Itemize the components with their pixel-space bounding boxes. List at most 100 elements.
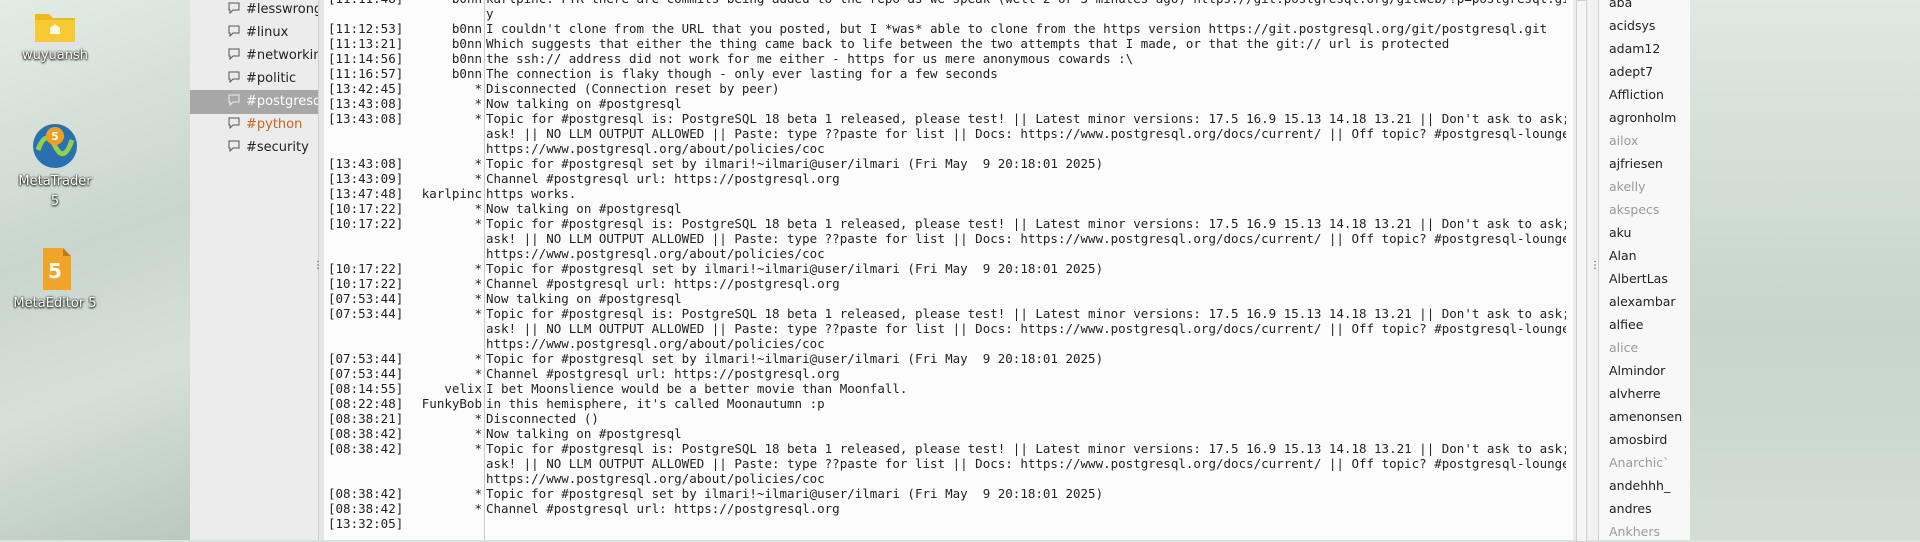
chat-scrollbar-thumb[interactable] — [1576, 0, 1587, 542]
chat-message-text: Now talking on #postgresql — [486, 426, 682, 441]
user-list-item[interactable]: Almindor — [1609, 359, 1689, 382]
user-list-item[interactable]: ailox — [1609, 129, 1689, 152]
chat-timestamp: [13:47:48] — [328, 186, 404, 201]
chat-nick[interactable]: karlpinc — [404, 186, 482, 201]
chat-message-text: Topic for #postgresql set by ilmari!~ilm… — [486, 156, 1104, 171]
chat-message-text: Channel #postgresql url: https://postgre… — [486, 171, 840, 186]
desktop-icon-metaeditor[interactable]: 5 MetaEditor 5 — [0, 244, 120, 314]
channel-icon — [228, 2, 240, 14]
user-list-item[interactable]: adept7 — [1609, 60, 1689, 83]
chat-message-text: I couldn't clone from the URL that you p… — [486, 21, 1548, 36]
chat-line: [11:12:53] b0nn I couldn't clone from the … — [324, 21, 1573, 36]
chat-nick[interactable]: b0nn — [404, 21, 482, 36]
chat-nick[interactable]: * — [404, 306, 482, 321]
chat-message-text: Channel #postgresql url: https://postgre… — [486, 366, 840, 381]
chat-nick[interactable]: * — [404, 291, 482, 306]
chat-nick[interactable]: velix — [404, 381, 482, 396]
user-list-item[interactable]: Affliction — [1609, 83, 1689, 106]
user-list-item[interactable]: akspecs — [1609, 198, 1689, 221]
user-list-item[interactable]: alexambar — [1609, 290, 1689, 313]
chat-timestamp: [07:53:44] — [328, 306, 404, 321]
user-list-item[interactable]: aku — [1609, 221, 1689, 244]
user-list-item[interactable]: alice — [1609, 336, 1689, 359]
channel-label: #python — [246, 117, 303, 132]
chat-line: [13:43:09] * Channel #postgresql url: http… — [324, 171, 1573, 186]
desktop-background: wuyuansh 5 MetaTrader 5 5 MetaEditor 5 — [0, 0, 190, 540]
desktop-icon-metatrader[interactable]: 5 MetaTrader 5 — [0, 120, 120, 212]
chat-timestamp: [13:43:09] — [328, 171, 404, 186]
chat-nick[interactable]: * — [404, 426, 482, 441]
chat-log[interactable]: [11:11:48]b0nnkarlpinc: FTR there are co… — [324, 0, 1574, 540]
chat-nick[interactable]: * — [404, 201, 482, 216]
user-list-item[interactable]: andehhh_ — [1609, 474, 1689, 497]
user-list-item[interactable]: amenonsen — [1609, 405, 1689, 428]
desktop-icon-folder[interactable]: wuyuansh — [0, 6, 120, 66]
chat-line: [08:14:55] velix I bet Moonslience would b… — [324, 381, 1573, 396]
chat-message-text: Disconnected () — [486, 411, 599, 426]
user-list-item[interactable]: andres — [1609, 497, 1689, 520]
chat-message-text: the ssh:// address did not work for me e… — [486, 51, 1134, 66]
user-list-item[interactable]: akelly — [1609, 175, 1689, 198]
channel-label: #postgresql — [246, 94, 318, 109]
chat-nick[interactable]: * — [404, 486, 482, 501]
chat-message-text: ask! || NO LLM OUTPUT ALLOWED || Paste: … — [486, 321, 1566, 336]
chat-line: ask! || NO LLM OUTPUT ALLOWED || Paste: … — [324, 126, 1573, 141]
channel-icon — [228, 25, 240, 37]
user-list-item[interactable]: AlbertLas — [1609, 267, 1689, 290]
desktop-background-right — [1690, 0, 1920, 540]
chat-nick[interactable]: * — [404, 156, 482, 171]
metaeditor-icon: 5 — [43, 248, 71, 290]
chat-nick[interactable]: * — [404, 111, 482, 126]
user-list-item[interactable]: alvherre — [1609, 382, 1689, 405]
user-list-item[interactable]: Anarchic` — [1609, 451, 1689, 474]
splitter-grip-icon: ⋮ — [313, 260, 323, 271]
chat-line: [13:43:08] * Now talking on #postgresql — [324, 96, 1573, 111]
chat-timestamp: [10:17:22] — [328, 276, 404, 291]
chat-timestamp: [11:16:57] — [328, 66, 404, 81]
user-list-item[interactable]: adam12 — [1609, 37, 1689, 60]
user-list-item[interactable]: agronholm — [1609, 106, 1689, 129]
chat-nick[interactable]: b0nn — [404, 66, 482, 81]
chat-nick[interactable]: FunkyBob — [404, 396, 482, 411]
chat-line: y — [324, 6, 1573, 21]
channel-icon — [228, 117, 240, 129]
chat-nick[interactable]: * — [404, 351, 482, 366]
chat-scrollbar[interactable] — [1573, 0, 1588, 542]
chat-timestamp: [11:12:53] — [328, 21, 404, 36]
user-list-item[interactable]: acidsys — [1609, 14, 1689, 37]
chat-timestamp: [08:38:42] — [328, 441, 404, 456]
chat-line: [13:43:08] * Topic for #postgresql is: Pos… — [324, 111, 1573, 126]
channel-item-postgresql[interactable]: #postgresql — [228, 91, 318, 113]
chat-message-text: Topic for #postgresql set by ilmari!~ilm… — [486, 261, 1104, 276]
user-list-item[interactable]: amosbird — [1609, 428, 1689, 451]
user-list-item[interactable]: Alan — [1609, 244, 1689, 267]
chat-timestamp: [13:42:45] — [328, 81, 404, 96]
user-list-item[interactable]: Ankhers — [1609, 520, 1689, 540]
chat-nick[interactable]: * — [404, 276, 482, 291]
chat-message-text: ask! || NO LLM OUTPUT ALLOWED || Paste: … — [486, 456, 1566, 471]
user-list-item[interactable]: alfiee — [1609, 313, 1689, 336]
channel-item-networking[interactable]: #networking — [228, 45, 318, 67]
chat-nick[interactable]: * — [404, 216, 482, 231]
chat-nick[interactable]: b0nn — [404, 36, 482, 51]
chat-nick[interactable]: * — [404, 171, 482, 186]
chat-line: [08:38:21] * Disconnected () — [324, 411, 1573, 426]
user-list-item[interactable]: aba — [1609, 0, 1689, 14]
chat-line: [10:17:22] * Topic for #postgresql set by … — [324, 261, 1573, 276]
chat-timestamp: [08:14:55] — [328, 381, 404, 396]
chat-nick[interactable]: * — [404, 441, 482, 456]
chat-line: https://www.postgresql.org/about/policie… — [324, 141, 1573, 156]
chat-nick[interactable]: * — [404, 96, 482, 111]
chat-nick[interactable]: * — [404, 501, 482, 516]
chat-nick[interactable]: * — [404, 366, 482, 381]
chat-message-text: Topic for #postgresql is: PostgreSQL 18 … — [486, 216, 1566, 231]
chat-timestamp: [13:43:08] — [328, 111, 404, 126]
chat-nick[interactable]: b0nn — [404, 51, 482, 66]
user-list-item[interactable]: ajfriesen — [1609, 152, 1689, 175]
chat-line: https://www.postgresql.org/about/policie… — [324, 471, 1573, 486]
chat-nick[interactable]: * — [404, 81, 482, 96]
chat-message-text: y — [486, 6, 494, 21]
chat-nick[interactable]: * — [404, 411, 482, 426]
chat-nick[interactable]: * — [404, 261, 482, 276]
chat-line: [13:42:45] * Disconnected (Connection rese… — [324, 81, 1573, 96]
